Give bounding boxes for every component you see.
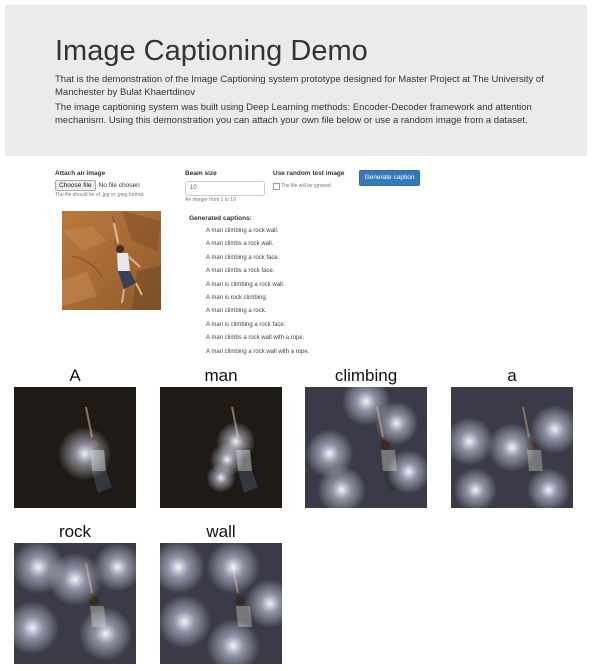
choose-file-button[interactable]: Choose file [55, 180, 96, 191]
attention-map-image [451, 387, 573, 508]
caption-item: A man climbing a rock wall. [206, 228, 279, 234]
attention-map-image [14, 387, 136, 508]
beam-size-label: Beam size [185, 170, 217, 177]
file-help-text: The file should be of .jpg or .jpeg form… [55, 192, 145, 198]
attention-word-label: rock [58, 522, 92, 541]
caption-item: A man climbing a rock face. [206, 254, 280, 261]
no-file-text: No file chosen [98, 182, 140, 189]
attention-map-image [305, 387, 427, 508]
random-help-text: The file will be ignored [281, 183, 331, 189]
page-title: Image Captioning Demo [55, 35, 368, 67]
file-input[interactable]: Choose file No file chosen [55, 180, 140, 191]
description-text: The image captioning system was built us… [55, 102, 532, 126]
attach-image-label: Attach an image [55, 170, 106, 177]
beam-size-input[interactable]: 10 [185, 181, 265, 196]
random-image-label: Use random test image [273, 170, 345, 177]
attention-map-image [160, 387, 282, 508]
caption-item: A man climbing a rock. [206, 308, 267, 315]
caption-item: A man is climbing a rock wall. [206, 281, 285, 288]
captions-title: Generated captions: [189, 215, 252, 222]
caption-item: A man climbs a rock face. [206, 268, 275, 275]
caption-item: A man is rock climbing. [206, 295, 268, 301]
beam-help-text: An integer from 1 to 10 [185, 197, 236, 203]
attention-map-image [160, 543, 282, 664]
caption-item: A man climbs a rock wall. [206, 241, 274, 248]
header-jumbotron: Image Captioning Demo That is the demons… [5, 5, 587, 156]
attention-word-label: a [507, 366, 517, 385]
generate-caption-button[interactable]: Generate caption [359, 170, 420, 186]
intro-text: That is the demonstration of the Image C… [55, 74, 544, 98]
attention-word-label: wall [206, 522, 236, 541]
caption-item: A man climbs a rock wall with a rope. [206, 335, 305, 342]
random-image-checkbox[interactable] [273, 183, 280, 190]
input-photo [62, 211, 161, 310]
attention-word-label: man [204, 366, 238, 385]
caption-item: A man climbing a rock wall with a rope. [206, 348, 310, 355]
caption-item: A man is climbing a rock face. [206, 321, 286, 328]
attention-word-label: A [69, 366, 81, 385]
attention-word-label: climbing [334, 366, 398, 385]
attention-map-image [14, 543, 136, 664]
